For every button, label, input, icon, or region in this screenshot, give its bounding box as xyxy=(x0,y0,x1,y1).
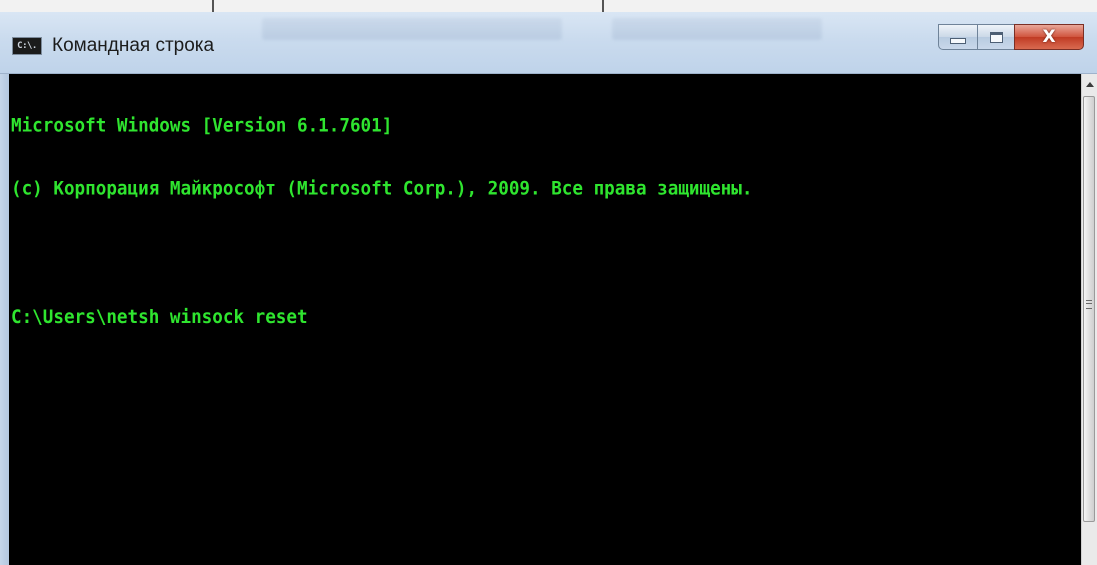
command-prompt-window: C:\. Командная строка X Microsoft Window… xyxy=(0,0,1097,565)
scroll-up-button[interactable] xyxy=(1082,74,1097,94)
blurred-background-item xyxy=(262,18,562,40)
vertical-scrollbar[interactable] xyxy=(1081,74,1097,565)
background-divider xyxy=(602,0,604,12)
minimize-icon xyxy=(950,38,966,44)
console-line-copyright: (c) Корпорация Майкрософт (Microsoft Cor… xyxy=(11,179,753,200)
maximize-button[interactable] xyxy=(977,24,1015,50)
console-output-area[interactable]: Microsoft Windows [Version 6.1.7601] (c)… xyxy=(9,74,1081,565)
window-title: Командная строка xyxy=(52,35,215,56)
grip-icon xyxy=(1086,300,1092,309)
close-icon: X xyxy=(1042,27,1056,47)
console-line-blank xyxy=(11,242,752,265)
maximize-icon xyxy=(989,31,1003,43)
blurred-background-item xyxy=(612,18,822,40)
console-line-version: Microsoft Windows [Version 6.1.7601] xyxy=(11,116,393,137)
console-line-command: C:\Users\netsh winsock reset xyxy=(11,307,308,329)
background-divider xyxy=(212,0,214,12)
window-frame-left xyxy=(0,74,9,565)
close-button[interactable]: X xyxy=(1014,24,1084,50)
console-app-icon[interactable]: C:\. xyxy=(12,37,42,55)
scroll-thumb[interactable] xyxy=(1083,96,1095,522)
minimize-button[interactable] xyxy=(938,24,978,50)
console-text: Microsoft Windows [Version 6.1.7601] (c)… xyxy=(11,74,752,370)
title-bar[interactable]: C:\. Командная строка X xyxy=(0,12,1097,74)
arrow-up-icon xyxy=(1085,81,1094,87)
